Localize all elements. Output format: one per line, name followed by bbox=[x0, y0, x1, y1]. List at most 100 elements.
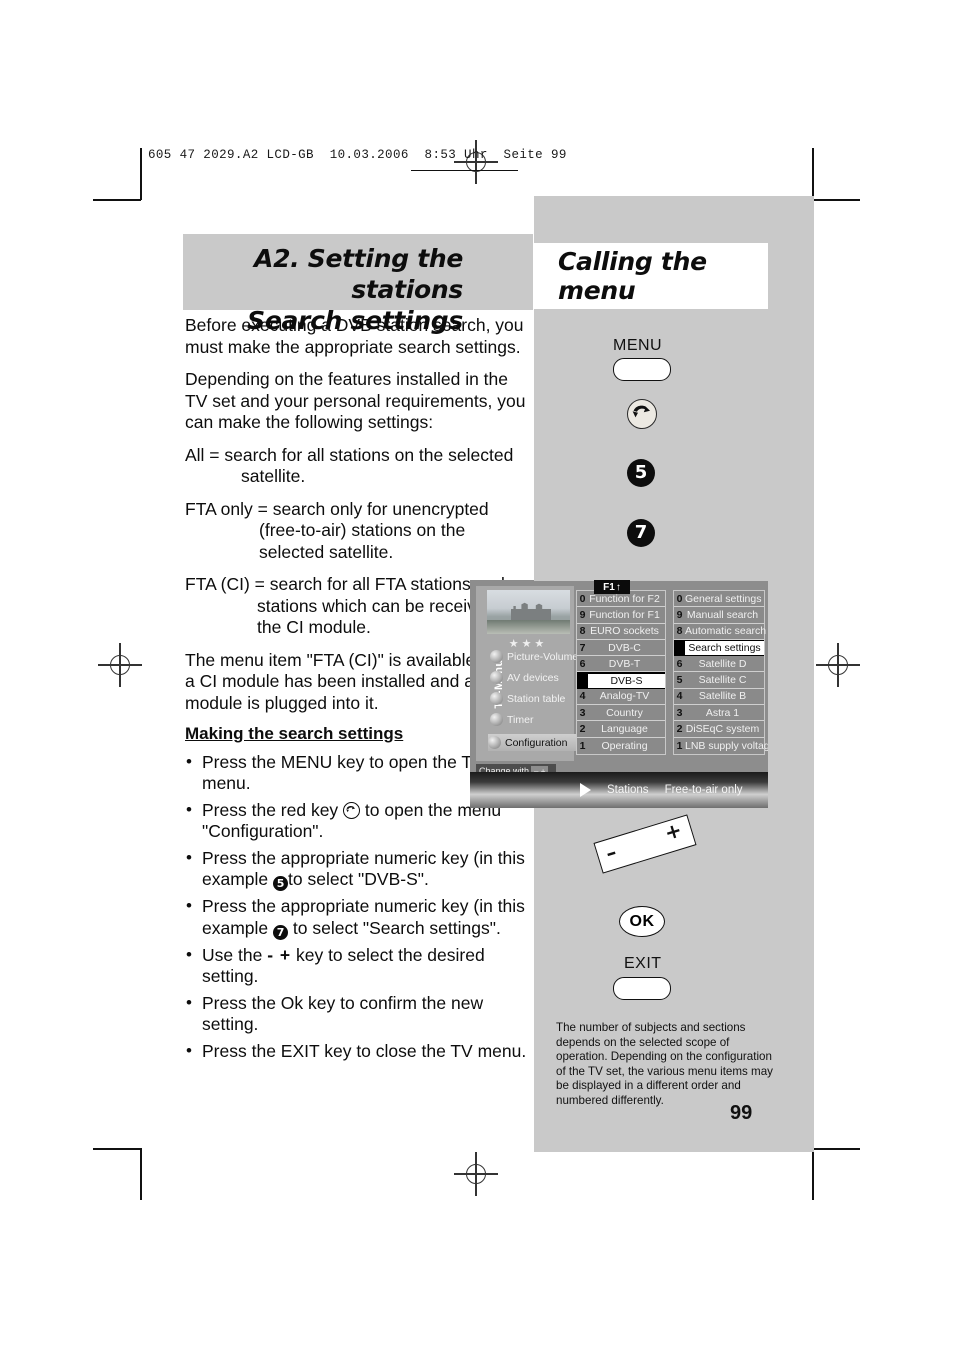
tv-row-number: 1 bbox=[579, 739, 586, 752]
tv-row[interactable]: 8 EURO sockets bbox=[577, 624, 665, 640]
tv-menu-item-label: Picture-Volume bbox=[507, 650, 579, 663]
exit-key-button[interactable] bbox=[613, 977, 671, 1000]
step-text-pre: Use the bbox=[202, 944, 268, 965]
tv-row-label: Country bbox=[606, 706, 643, 719]
ok-key-button[interactable]: OK bbox=[619, 906, 665, 937]
exit-key-label: EXIT bbox=[624, 955, 662, 972]
tv-row-label: Automatic search bbox=[685, 625, 767, 638]
tv-row[interactable]: 4 Analog-TV bbox=[577, 689, 665, 706]
tv-row-number: 5 bbox=[579, 674, 586, 687]
tv-row[interactable]: 9 Function for F1 bbox=[577, 607, 665, 624]
tv-row[interactable]: 5 Satellite C bbox=[674, 672, 764, 689]
tv-menu-item-label: Timer bbox=[507, 713, 534, 726]
tv-row[interactable]: 1 LNB supply voltage bbox=[674, 738, 768, 754]
crop-mark-top-right-h bbox=[812, 199, 860, 201]
footnote-text: The number of subjects and sections depe… bbox=[556, 1021, 773, 1107]
tv-row[interactable]: 2 Language bbox=[577, 721, 665, 738]
tv-row-label: Satellite C bbox=[698, 674, 747, 687]
tv-row-number: 1 bbox=[676, 739, 683, 752]
tv-row-label: DVB-S bbox=[588, 673, 665, 688]
section-heading-band: A2. Setting the stations Search settings bbox=[183, 234, 533, 335]
step-ok-key: Press the Ok key to confirm the new sett… bbox=[185, 992, 533, 1036]
tv-row[interactable]: 6 DVB-T bbox=[577, 656, 665, 673]
numeric-key-7-graphic[interactable]: 7 bbox=[627, 519, 655, 547]
paragraph-depending: Depending on the features installed in t… bbox=[185, 369, 526, 432]
right-heading-band: Calling the menu bbox=[534, 243, 768, 309]
tv-row-label: Satellite B bbox=[698, 690, 747, 703]
tv-menu-item-av-devices[interactable]: AV devices bbox=[490, 669, 574, 686]
f1-tab-label: F1 bbox=[603, 581, 615, 593]
tv-row-number: 7 bbox=[676, 642, 683, 655]
tv-row-selected-search-settings[interactable]: 7 Search settings bbox=[674, 639, 764, 657]
tv-status-bar: Stations Free-to-air only bbox=[470, 772, 768, 808]
tv-row[interactable]: 9 Manuall search bbox=[674, 607, 764, 624]
tv-row-number: 0 bbox=[579, 592, 586, 605]
crop-mark-bottom-left-v bbox=[140, 1148, 142, 1200]
step-numeric-key-5: Press the appropriate numeric key (in th… bbox=[185, 847, 533, 891]
tv-left-panel: ★★★ TV-Menu Picture-Volume AV devices St… bbox=[476, 586, 578, 761]
tv-menu-item-label: Configuration bbox=[505, 736, 568, 749]
print-header-rule bbox=[411, 170, 518, 171]
tv-menu-item-label: Station table bbox=[507, 692, 566, 705]
bullet-icon bbox=[490, 671, 503, 684]
tv-row-number: 2 bbox=[579, 723, 586, 736]
step-text: Press the Ok key to confirm the new sett… bbox=[202, 992, 484, 1035]
tv-menu-item-label: AV devices bbox=[507, 671, 559, 684]
castle-image bbox=[511, 602, 551, 620]
paragraph-fta-only: FTA only = search only for unencrypted (… bbox=[185, 498, 489, 562]
tv-row[interactable]: 3 Country bbox=[577, 705, 665, 722]
numeric-key-5-graphic[interactable]: 5 bbox=[627, 459, 655, 487]
plus-label: + bbox=[661, 817, 685, 846]
crop-mark-top-right-v bbox=[812, 148, 814, 200]
play-triangle-icon bbox=[580, 783, 591, 797]
tv-row-number: 5 bbox=[676, 674, 683, 687]
step-text-post: to select "DVB-S". bbox=[288, 869, 429, 889]
tv-menu-item-picture-volume[interactable]: Picture-Volume bbox=[490, 648, 578, 665]
step-text-post: to select "Search settings". bbox=[288, 917, 501, 938]
step-text: Press the MENU key to open the TV menu. bbox=[202, 751, 484, 794]
tv-menu-item-station-table[interactable]: Station table bbox=[490, 690, 574, 707]
red-back-key-icon[interactable] bbox=[627, 399, 657, 429]
up-arrow-icon: ↑ bbox=[615, 581, 621, 593]
tv-right-column: 0 General settings 9 Manuall search 8 Autom… bbox=[673, 590, 768, 755]
tv-row-number: 0 bbox=[676, 592, 683, 605]
tv-row-number: 8 bbox=[676, 625, 683, 638]
tv-row-label: Search settings bbox=[685, 641, 764, 656]
tv-row-label: EURO sockets bbox=[590, 625, 659, 638]
tv-menu-item-timer[interactable]: Timer bbox=[490, 711, 574, 728]
step-text: Press the EXIT key to close the TV menu. bbox=[202, 1040, 527, 1061]
tv-row-selected-dvb-s[interactable]: 5 DVB-S bbox=[577, 672, 665, 689]
tv-row-number: 7 bbox=[579, 641, 586, 654]
tv-row-label: DiSEqC system bbox=[685, 723, 760, 736]
crop-mark-top-left-h bbox=[93, 199, 141, 201]
menu-key-button[interactable] bbox=[613, 358, 671, 381]
tv-row[interactable]: 1 Operating bbox=[577, 738, 665, 754]
registration-mark-bottom bbox=[454, 1152, 498, 1196]
tv-row[interactable]: 4 Satellite B bbox=[674, 689, 764, 706]
tv-row[interactable]: 7 DVB-C bbox=[577, 640, 665, 657]
tv-row-label: Operating bbox=[601, 739, 648, 752]
tv-row[interactable]: 3 Astra 1 bbox=[674, 705, 764, 722]
bullet-icon bbox=[488, 736, 501, 749]
tv-row[interactable]: 6 Satellite D bbox=[674, 656, 764, 673]
tv-row-number: 8 bbox=[579, 625, 586, 638]
bullet-icon bbox=[490, 650, 503, 663]
paragraph-all: All = search for all stations on the sel… bbox=[185, 444, 514, 487]
tv-row[interactable]: 8 Automatic search bbox=[674, 624, 766, 640]
minus-label: – bbox=[602, 839, 620, 866]
tv-row-number: 4 bbox=[579, 690, 586, 703]
tv-row-label: Language bbox=[601, 723, 648, 736]
numeric-key-7-icon: 7 bbox=[273, 924, 289, 940]
tv-row-number: 3 bbox=[676, 706, 683, 719]
tv-row[interactable]: 0 General settings bbox=[674, 591, 764, 608]
tv-row[interactable]: 2 DiSEqC system bbox=[674, 721, 764, 738]
f1-tab[interactable]: F1 ↑ bbox=[594, 580, 630, 594]
right-heading-title: Calling the menu bbox=[558, 247, 707, 305]
tv-row-label: General settings bbox=[685, 592, 762, 605]
tv-row-number: 3 bbox=[579, 706, 586, 719]
tv-row-label: Manuall search bbox=[686, 608, 759, 621]
tv-row-number: 6 bbox=[579, 657, 586, 670]
numeric-key-5-icon: 5 bbox=[273, 876, 289, 891]
tv-menu-item-configuration[interactable]: Configuration bbox=[488, 734, 576, 751]
tv-row-number: 2 bbox=[676, 723, 683, 736]
